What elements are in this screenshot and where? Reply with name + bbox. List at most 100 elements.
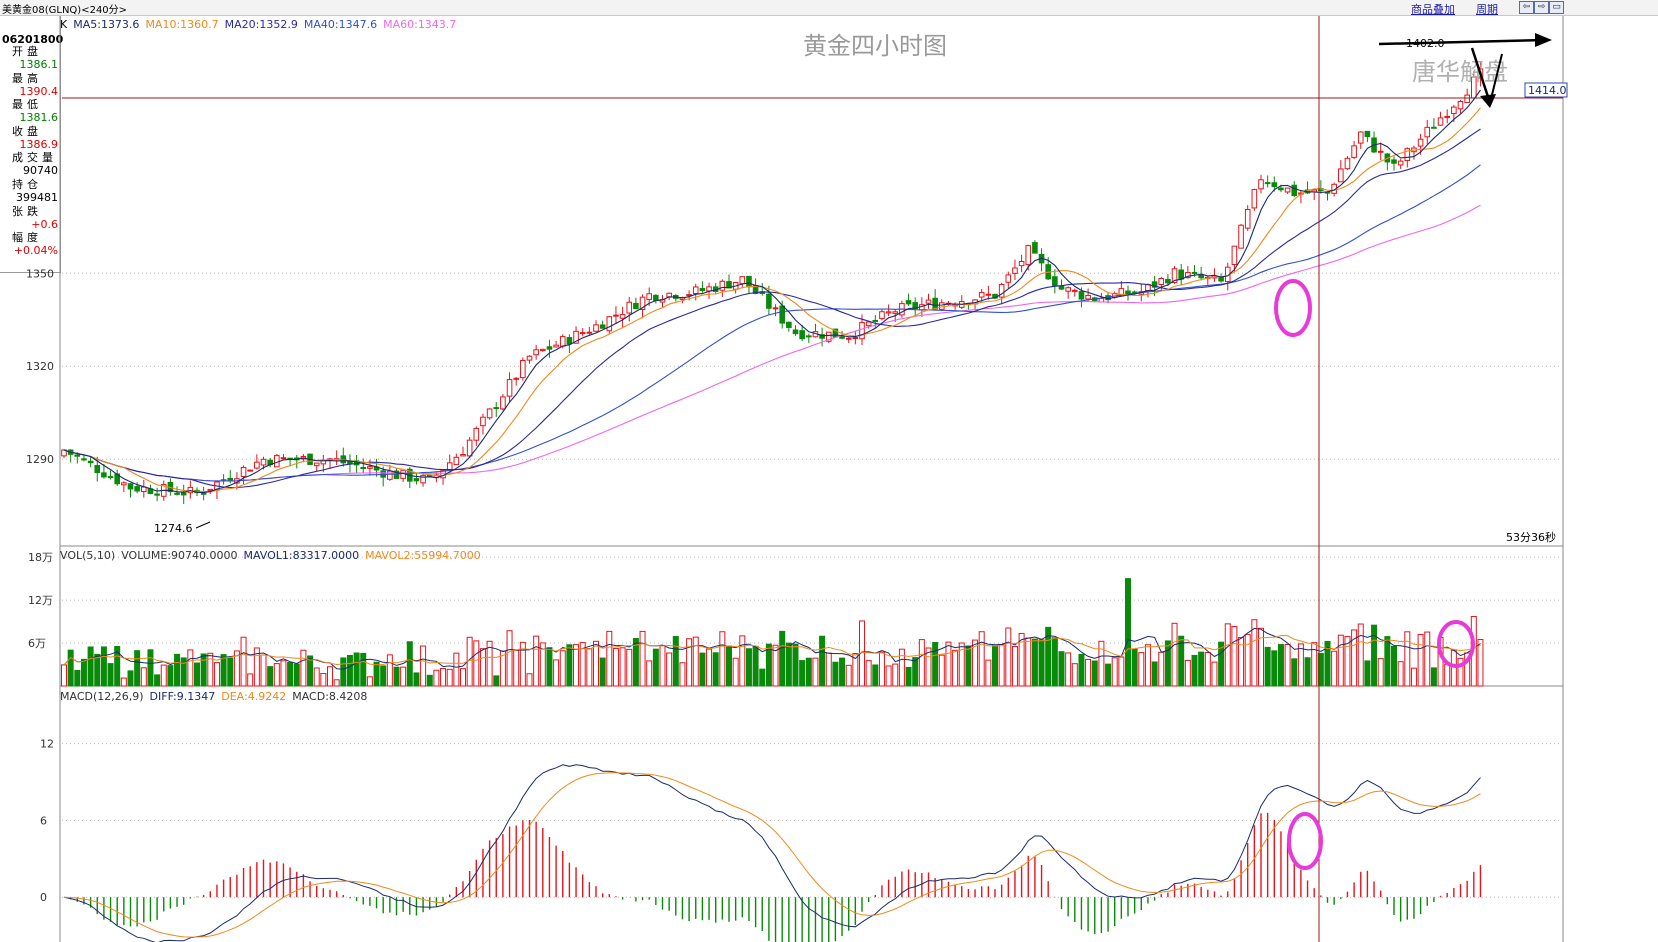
volume-bar bbox=[985, 659, 992, 687]
legend-item: MAVOL2:55994.7000 bbox=[365, 549, 481, 562]
volume-bar bbox=[593, 640, 599, 687]
volume-bar bbox=[1065, 652, 1072, 687]
volume-bar bbox=[200, 653, 207, 687]
volume-bar bbox=[1391, 645, 1397, 687]
candle bbox=[546, 346, 553, 350]
candle bbox=[187, 486, 194, 494]
ma5-line bbox=[63, 89, 1481, 494]
candle bbox=[845, 337, 852, 340]
volume-bar bbox=[839, 657, 846, 687]
candle bbox=[1391, 159, 1397, 164]
volume-tick-label: 6万 bbox=[28, 637, 46, 650]
ma10-line bbox=[63, 107, 1481, 493]
volume-bar bbox=[699, 652, 706, 687]
volume-bar bbox=[1105, 663, 1112, 687]
volume-bar bbox=[672, 635, 679, 687]
volume-bar bbox=[1171, 622, 1178, 687]
candle bbox=[746, 275, 752, 288]
volume-bar bbox=[659, 644, 666, 687]
volume-bar bbox=[220, 654, 227, 687]
candle bbox=[1417, 138, 1424, 147]
price-tick-label: 1290 bbox=[26, 453, 54, 466]
volume-bar bbox=[559, 650, 566, 687]
volume-bar bbox=[1384, 636, 1391, 687]
candle bbox=[739, 276, 746, 285]
volume-bar bbox=[599, 657, 606, 687]
candle bbox=[413, 478, 420, 482]
candle bbox=[606, 316, 613, 332]
volume-bar bbox=[785, 642, 792, 687]
candle bbox=[280, 457, 287, 460]
candle bbox=[1191, 272, 1198, 275]
volume-bar bbox=[327, 666, 333, 687]
volume-bar bbox=[1031, 638, 1038, 687]
volume-bar bbox=[493, 675, 500, 687]
volume-bar bbox=[845, 664, 852, 687]
legend-item: MA10:1360.7 bbox=[145, 18, 219, 31]
volume-bar bbox=[167, 665, 174, 687]
price-tick-label: 1350 bbox=[26, 267, 54, 280]
legend-item: MA5:1373.6 bbox=[73, 18, 140, 31]
candle bbox=[613, 314, 619, 317]
candle bbox=[1065, 287, 1071, 292]
candle bbox=[1437, 117, 1444, 126]
volume-bar bbox=[1364, 660, 1371, 687]
volume-bar bbox=[400, 666, 407, 687]
kline-chart[interactable]: 1350 1320 1290 18万 12万 6万 12 6 0 1414.0 黄金四小时图唐华解盘… bbox=[0, 0, 1658, 942]
candle bbox=[1052, 276, 1058, 287]
macd-legend: MACD(12,26,9) DIFF:9.1347 DEA:4.9242 MACD:8… bbox=[60, 690, 373, 703]
candle bbox=[599, 324, 606, 329]
candle bbox=[340, 455, 347, 464]
volume-bar bbox=[1131, 648, 1138, 687]
volume-bar bbox=[998, 643, 1005, 687]
volume-bar bbox=[805, 657, 812, 687]
candles-group bbox=[61, 62, 1484, 504]
legend-item: DEA:4.9242 bbox=[221, 690, 287, 703]
volume-bar bbox=[765, 643, 772, 687]
candle bbox=[839, 336, 845, 339]
volume-bar bbox=[1397, 661, 1404, 687]
volume-bar bbox=[1271, 650, 1278, 687]
volume-bar bbox=[293, 663, 300, 687]
volume-bar bbox=[1184, 659, 1191, 687]
macd-tick-label: 6 bbox=[40, 814, 47, 827]
candle bbox=[1397, 160, 1404, 166]
volume-bar bbox=[313, 667, 320, 687]
volume-bar bbox=[1005, 627, 1012, 687]
volume-bar bbox=[865, 660, 872, 687]
volume-bar bbox=[666, 652, 673, 687]
volume-bar bbox=[134, 650, 141, 687]
volume-tick-label: 12万 bbox=[28, 594, 53, 607]
candle bbox=[466, 439, 473, 457]
candle bbox=[87, 460, 94, 464]
candle bbox=[1377, 150, 1384, 153]
volume-bar bbox=[61, 664, 67, 687]
volume-bar bbox=[1337, 634, 1344, 687]
candle bbox=[1072, 289, 1078, 292]
candle bbox=[1158, 277, 1165, 286]
volume-bar bbox=[340, 657, 347, 687]
candle bbox=[1444, 115, 1451, 118]
candle bbox=[852, 337, 859, 340]
volume-bar bbox=[1244, 633, 1251, 687]
macd-histogram-group bbox=[69, 812, 1482, 942]
volume-bar bbox=[380, 665, 387, 687]
watermark-signature: 唐华解盘 bbox=[1412, 58, 1508, 86]
volume-bar bbox=[426, 674, 433, 687]
volume-bar bbox=[513, 649, 520, 687]
candle bbox=[260, 458, 267, 466]
volume-bar bbox=[759, 668, 766, 687]
volume-bar bbox=[1191, 654, 1198, 687]
candle bbox=[540, 348, 546, 352]
volume-bar bbox=[719, 631, 726, 687]
volume-bar bbox=[1164, 640, 1171, 687]
candle bbox=[872, 319, 879, 322]
volume-bar bbox=[80, 658, 87, 687]
volume-bar bbox=[267, 666, 274, 687]
ma60-line bbox=[63, 204, 1481, 482]
volume-bar bbox=[94, 653, 101, 687]
volume-bar bbox=[1198, 651, 1205, 687]
candle bbox=[134, 486, 140, 492]
candle bbox=[473, 427, 480, 441]
candle bbox=[1218, 276, 1224, 282]
